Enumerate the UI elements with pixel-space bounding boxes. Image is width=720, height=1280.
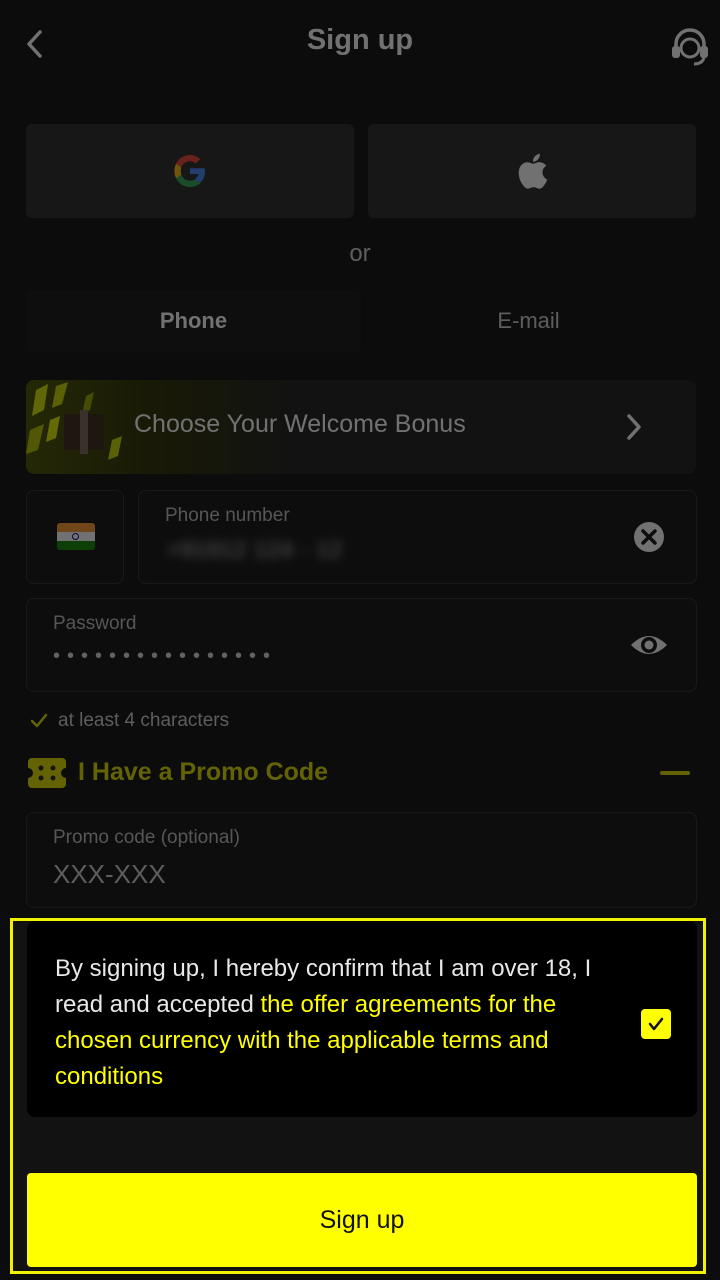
welcome-bonus-banner[interactable]: Choose Your Welcome Bonus (26, 380, 696, 474)
promo-code-placeholder: XXX-XXX (53, 859, 166, 889)
promo-code-label: Promo code (optional) (53, 827, 240, 848)
bonus-label: Choose Your Welcome Bonus (134, 410, 466, 438)
signup-method-tabs: Phone E-mail (26, 290, 696, 352)
password-label: Password (53, 613, 137, 634)
promo-code-toggle[interactable]: I Have a Promo Code (28, 754, 696, 794)
terms-text: By signing up, I hereby confirm that I a… (55, 951, 615, 1095)
eye-icon[interactable] (629, 627, 669, 663)
apple-signup-button[interactable] (368, 124, 696, 218)
promo-code-input[interactable]: Promo code (optional) XXX-XXX (26, 812, 697, 908)
minus-icon[interactable] (660, 771, 690, 775)
terms-card: By signing up, I hereby confirm that I a… (27, 921, 697, 1117)
ticket-icon (28, 758, 66, 788)
phone-number-value: +91912 124 - 12 (167, 537, 343, 562)
bonus-decoration-icon (26, 382, 122, 460)
header: Sign up (0, 0, 720, 90)
tab-phone[interactable]: Phone (26, 290, 361, 352)
highlight-region: By signing up, I hereby confirm that I a… (10, 918, 706, 1274)
password-hint-text: at least 4 characters (58, 710, 230, 731)
signup-button[interactable]: Sign up (27, 1173, 697, 1267)
promo-code-title: I Have a Promo Code (78, 758, 329, 786)
apple-icon (518, 153, 548, 189)
password-hint: at least 4 characters (30, 710, 229, 732)
check-icon (648, 1017, 664, 1031)
or-separator: or (349, 240, 371, 267)
phone-number-label: Phone number (165, 505, 290, 526)
tab-email[interactable]: E-mail (361, 290, 696, 352)
password-field[interactable]: Password •••••••••••••••• (26, 598, 697, 692)
chevron-right-icon (627, 414, 641, 440)
google-icon (174, 155, 205, 187)
password-value: •••••••••••••••• (53, 645, 278, 667)
phone-number-field[interactable]: Phone number +91912 124 - 12 (138, 490, 697, 584)
headset-icon[interactable] (668, 24, 712, 68)
terms-checkbox[interactable] (641, 1009, 671, 1039)
check-icon (30, 713, 48, 728)
clear-icon[interactable] (633, 521, 665, 553)
google-signup-button[interactable] (26, 124, 354, 218)
page-title: Sign up (306, 24, 414, 56)
india-flag-icon (57, 523, 95, 550)
country-selector[interactable] (26, 490, 124, 584)
